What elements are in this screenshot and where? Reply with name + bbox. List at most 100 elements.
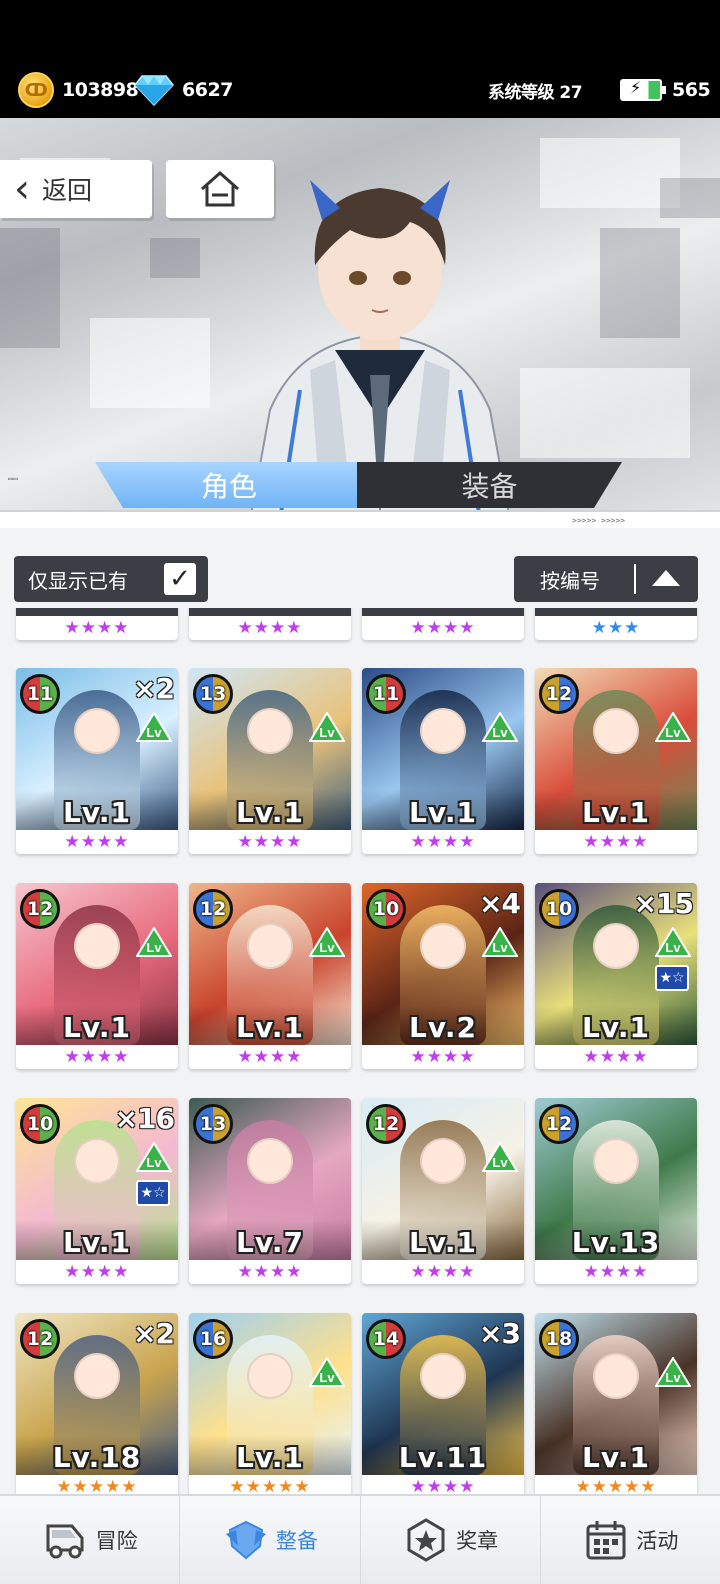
tab-equipment[interactable]: 装备 bbox=[357, 462, 622, 508]
svg-text:Lv: Lv bbox=[665, 940, 681, 955]
duplicate-count: ×4 bbox=[479, 887, 521, 920]
level-badge: 12 bbox=[20, 1319, 60, 1359]
character-card[interactable]: 12 Lv.13 ★★★★ bbox=[535, 1098, 697, 1284]
level-badge: 11 bbox=[20, 674, 60, 714]
character-card[interactable]: 18 Lv Lv.1 ★★★★★ bbox=[535, 1313, 697, 1494]
rarity-stars: ★★★ bbox=[591, 618, 641, 638]
duplicate-count: ×15 bbox=[633, 887, 694, 920]
sort-ascending-icon[interactable] bbox=[652, 570, 680, 586]
nav-adventure[interactable]: 冒险 bbox=[0, 1496, 181, 1584]
character-grid: ★★★★ ★★★★ ★★★★ ★★★ 11 ×2 Lv Lv.1 ★★★★ 13 Lv Lv.1 ★★★… bbox=[0, 608, 720, 1494]
rarity-stars: ★★★★ bbox=[237, 618, 303, 638]
nav-medal[interactable]: 奖章 bbox=[361, 1496, 541, 1584]
owned-only-filter[interactable]: 仅显示已有 ✓ bbox=[14, 556, 208, 602]
level-up-icon: Lv bbox=[136, 927, 172, 957]
rarity-stars: ★★★★★ bbox=[56, 1477, 138, 1494]
character-level: Lv.1 bbox=[236, 1441, 304, 1474]
level-up-icon: Lv bbox=[309, 1357, 345, 1387]
character-card[interactable]: ★★★★ bbox=[189, 608, 351, 640]
level-up-icon: Lv bbox=[309, 712, 345, 742]
character-card[interactable]: 12 Lv Lv.1 ★★★★ bbox=[16, 883, 178, 1069]
back-button[interactable]: ‹ 返回 bbox=[0, 160, 152, 218]
character-card[interactable]: 10 ×15 Lv ★☆ Lv.1 ★★★★ bbox=[535, 883, 697, 1069]
level-badge: 12 bbox=[366, 1104, 406, 1144]
svg-text:Lv: Lv bbox=[319, 940, 335, 955]
nav-events-label: 活动 bbox=[636, 1529, 679, 1553]
character-card[interactable]: 11 Lv Lv.1 ★★★★ bbox=[362, 668, 524, 854]
character-card[interactable]: 14 ×3 Lv.11 ★★★★ bbox=[362, 1313, 524, 1494]
character-level: Lv.1 bbox=[409, 796, 477, 829]
nav-equip-label: 整备 bbox=[275, 1529, 318, 1553]
coin-amount: 103898 bbox=[62, 79, 139, 101]
rarity-stars: ★★★★ bbox=[64, 618, 130, 638]
character-card[interactable]: 13 Lv.7 ★★★★ bbox=[189, 1098, 351, 1284]
sort-button[interactable]: 按编号 bbox=[514, 556, 698, 602]
level-badge: 10 bbox=[20, 1104, 60, 1144]
rarity-stars: ★★★★ bbox=[64, 832, 130, 852]
svg-text:Lv: Lv bbox=[492, 725, 508, 740]
home-button[interactable] bbox=[166, 160, 274, 218]
rarity-stars: ★★★★ bbox=[583, 832, 649, 852]
character-level: Lv.13 bbox=[571, 1226, 661, 1259]
level-badge: 12 bbox=[20, 889, 60, 929]
character-art bbox=[362, 608, 524, 616]
calendar-icon bbox=[586, 1521, 626, 1560]
character-card[interactable]: 13 Lv Lv.1 ★★★★ bbox=[189, 668, 351, 854]
tab-characters[interactable]: 角色 bbox=[95, 462, 363, 508]
owned-only-label: 仅显示已有 bbox=[28, 568, 128, 593]
bottom-nav: 冒险 整备 奖章 活动 bbox=[0, 1494, 720, 1584]
nav-events[interactable]: 活动 bbox=[541, 1496, 720, 1584]
character-card[interactable]: ★★★★ bbox=[362, 608, 524, 640]
character-level: Lv.18 bbox=[52, 1441, 142, 1474]
level-up-icon: Lv bbox=[482, 927, 518, 957]
level-up-icon: Lv bbox=[655, 1357, 691, 1387]
svg-text:Lv: Lv bbox=[146, 1155, 162, 1170]
top-status-bar: ↀ 103898 6627 系统等级 27 ⚡ 565 bbox=[0, 0, 720, 118]
chevron-left-icon: ‹ bbox=[14, 166, 30, 212]
sort-separator bbox=[634, 564, 636, 594]
character-card[interactable]: 10 ×4 Lv Lv.2 ★★★★ bbox=[362, 883, 524, 1069]
checkmark-icon: ✓ bbox=[169, 564, 191, 594]
character-level: Lv.2 bbox=[409, 1011, 477, 1044]
character-card[interactable]: 12 ×2 Lv.18 ★★★★★ bbox=[16, 1313, 178, 1494]
character-level: Lv.1 bbox=[63, 1226, 131, 1259]
star-up-icon: ★☆ bbox=[136, 1180, 170, 1206]
deco-truck-icon: ▭▭ bbox=[8, 474, 18, 483]
level-up-icon: Lv bbox=[136, 712, 172, 742]
character-card[interactable]: 16 Lv Lv.1 ★★★★★ bbox=[189, 1313, 351, 1494]
character-art bbox=[16, 608, 178, 616]
level-badge: 11 bbox=[366, 674, 406, 714]
character-card[interactable]: ★★★ bbox=[535, 608, 697, 640]
rarity-stars: ★★★★ bbox=[583, 1262, 649, 1282]
energy-amount: 565 bbox=[672, 79, 711, 101]
rarity-stars: ★★★★ bbox=[237, 832, 303, 852]
rarity-stars: ★★★★ bbox=[64, 1047, 130, 1067]
character-level: Lv.1 bbox=[63, 796, 131, 829]
rarity-stars: ★★★★★ bbox=[575, 1477, 657, 1494]
character-card[interactable]: 12 Lv Lv.1 ★★★★ bbox=[535, 668, 697, 854]
level-badge: 13 bbox=[193, 1104, 233, 1144]
level-up-icon: Lv bbox=[482, 1142, 518, 1172]
rarity-stars: ★★★★ bbox=[410, 1262, 476, 1282]
nav-adventure-label: 冒险 bbox=[95, 1529, 138, 1553]
gem-counter[interactable]: 6627 bbox=[134, 72, 233, 108]
character-level: Lv.1 bbox=[582, 796, 650, 829]
rarity-stars: ★★★★ bbox=[237, 1262, 303, 1282]
coin-counter[interactable]: ↀ 103898 bbox=[18, 72, 139, 108]
energy-counter[interactable]: ⚡ 565 bbox=[620, 72, 711, 108]
gem-amount: 6627 bbox=[182, 79, 233, 101]
character-card[interactable]: 12 Lv Lv.1 ★★★★ bbox=[362, 1098, 524, 1284]
character-card[interactable]: 12 Lv Lv.1 ★★★★ bbox=[189, 883, 351, 1069]
character-level: Lv.1 bbox=[236, 796, 304, 829]
star-up-icon: ★☆ bbox=[655, 965, 689, 991]
duplicate-count: ×2 bbox=[133, 1317, 175, 1350]
character-card[interactable]: 11 ×2 Lv Lv.1 ★★★★ bbox=[16, 668, 178, 854]
back-label: 返回 bbox=[42, 176, 93, 205]
nav-equip[interactable]: 整备 bbox=[180, 1496, 361, 1584]
level-badge: 14 bbox=[366, 1319, 406, 1359]
svg-text:Lv: Lv bbox=[319, 725, 335, 740]
character-card[interactable]: ★★★★ bbox=[16, 608, 178, 640]
level-badge: 18 bbox=[539, 1319, 579, 1359]
owned-only-checkbox[interactable]: ✓ bbox=[164, 563, 196, 595]
character-card[interactable]: 10 ×16 Lv ★☆ Lv.1 ★★★★ bbox=[16, 1098, 178, 1284]
